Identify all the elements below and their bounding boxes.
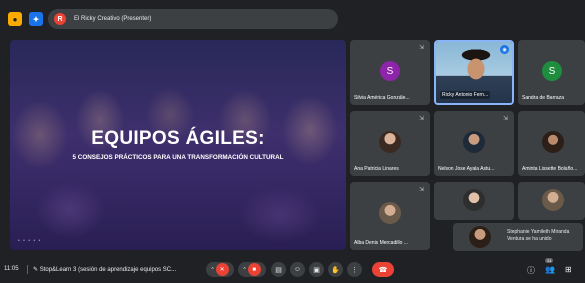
top-bar: ● ✦ R El Ricky Creativo (Presenter) <box>0 0 585 36</box>
end-call-button[interactable]: ☎ <box>372 262 394 277</box>
slide-progress-dots: • • • • • <box>18 238 42 244</box>
participant-name: Alba Denis Mercadillo ... <box>354 240 408 246</box>
avatar <box>542 189 564 211</box>
pin-icon[interactable]: ⇲ <box>419 44 424 51</box>
camera-button[interactable]: ^ ■ <box>238 262 266 277</box>
meeting-time: 11:05 <box>4 266 19 272</box>
participant-tile[interactable]: ⇲ S Silvia América Gonzále... <box>350 40 430 105</box>
participant-name: Nelson Jose Ayala Astu... <box>438 166 495 172</box>
join-notification[interactable]: Stephanie Yamileth Miranda Ventura se ha… <box>453 223 583 251</box>
participant-tile[interactable] <box>518 182 585 220</box>
end-call-icon: ☎ <box>378 266 388 274</box>
participant-name: Silvia América Gonzále... <box>354 95 410 101</box>
speaking-indicator-icon: ◉ <box>500 45 509 54</box>
participant-name: Ana Patricia Linares <box>354 166 399 172</box>
info-icon[interactable]: ⓘ <box>527 265 535 276</box>
mic-off-icon: ✕ <box>215 263 229 276</box>
meeting-title: ✎ Stop&Learn 3 (sesión de aprendizaje eq… <box>33 266 176 273</box>
participant-tile[interactable]: ⇲ Nelson Jose Ayala Astu... <box>434 111 514 176</box>
presentation-screen: EQUIPOS ÁGILES: 5 CONSEJOS PRÁCTICOS PAR… <box>10 40 346 250</box>
chevron-up-icon[interactable]: ^ <box>211 267 213 273</box>
slide-subtitle: 5 CONSEJOS PRÁCTICOS PARA UNA TRANSFORMA… <box>72 154 284 161</box>
present-icon: ▣ <box>313 266 320 274</box>
avatar <box>379 131 401 153</box>
participant-tile[interactable]: ⇲ Alba Denis Mercadillo ... <box>350 182 430 250</box>
people-icon[interactable]: 👥 <box>545 265 555 274</box>
participant-tile[interactable]: Aminta Lissette Bolaño... <box>518 111 585 176</box>
avatar: S <box>380 61 400 81</box>
chevron-up-icon[interactable]: ^ <box>243 267 245 273</box>
captions-icon: ▤ <box>275 266 282 274</box>
participant-tile[interactable]: S Sandra de Barraza <box>518 40 585 105</box>
participant-tile-speaking[interactable]: ◉ Ricky Antonio Fern... <box>434 40 514 105</box>
meeting-title-text: Stop&Learn 3 (sesión de aprendizaje equi… <box>39 267 177 273</box>
participant-name: Ricky Antonio Fern... <box>440 91 491 99</box>
presenter-chip[interactable]: R El Ricky Creativo (Presenter) <box>48 9 338 29</box>
presenter-label: El Ricky Creativo (Presenter) <box>74 16 152 22</box>
camera-off-icon: ■ <box>247 263 261 276</box>
presenter-logo-icon: R <box>54 13 66 25</box>
present-button[interactable]: ▣ <box>309 262 324 277</box>
participant-name: Sandra de Barraza <box>522 95 564 101</box>
pin-icon[interactable]: ⇲ <box>419 115 424 122</box>
avatar <box>463 189 485 211</box>
pin-icon[interactable]: ⇲ <box>419 186 424 193</box>
extension-icon[interactable]: ✦ <box>29 12 43 26</box>
emoji-button[interactable]: ☺ <box>290 262 305 277</box>
participant-tile[interactable]: ⇲ Ana Patricia Linares <box>350 111 430 176</box>
avatar <box>463 131 485 153</box>
app-icon[interactable]: ● <box>8 12 22 26</box>
raise-hand-button[interactable]: ✋ <box>328 262 343 277</box>
avatar <box>379 202 401 224</box>
avatar <box>542 131 564 153</box>
more-options-icon: ⋮ <box>351 266 358 274</box>
raise-hand-icon: ✋ <box>331 266 340 274</box>
more-options-button[interactable]: ⋮ <box>347 262 362 277</box>
pin-icon[interactable]: ⇲ <box>503 115 508 122</box>
activities-icon[interactable]: ⊞ <box>565 265 572 274</box>
participant-count-badge: 24 <box>545 258 554 263</box>
bottom-bar: 11:05 ✎ Stop&Learn 3 (sesión de aprendiz… <box>0 256 585 283</box>
avatar: S <box>542 61 562 81</box>
slide-title: EQUIPOS ÁGILES: <box>91 128 265 149</box>
join-message: Stephanie Yamileth Miranda Ventura se ha… <box>507 229 570 242</box>
participant-tile[interactable] <box>434 182 514 220</box>
mic-button[interactable]: ^ ✕ <box>206 262 234 277</box>
emoji-icon: ☺ <box>293 266 302 273</box>
participant-name: Aminta Lissette Bolaño... <box>522 166 578 172</box>
avatar <box>469 226 491 248</box>
pencil-icon: ✎ <box>33 267 40 273</box>
captions-button[interactable]: ▤ <box>271 262 286 277</box>
